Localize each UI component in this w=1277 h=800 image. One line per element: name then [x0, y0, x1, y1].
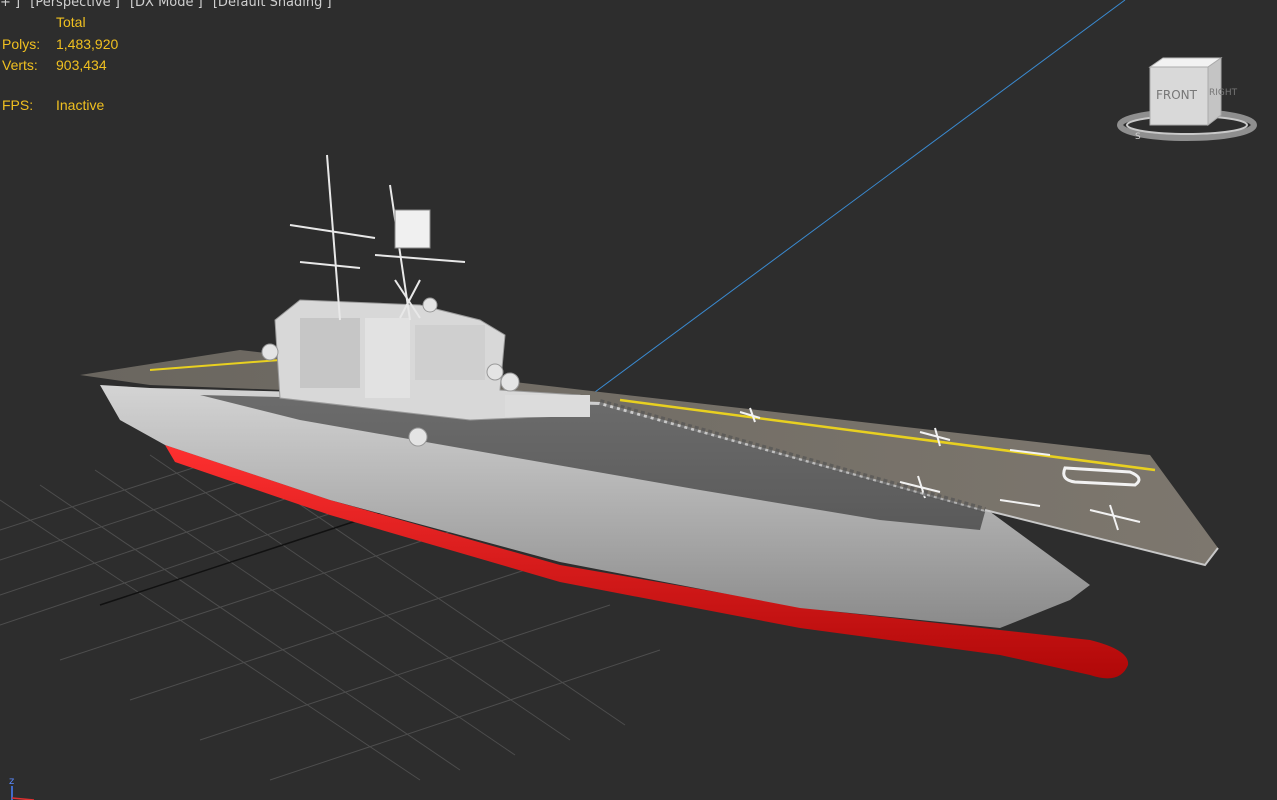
viewport-scene[interactable] — [0, 0, 1277, 800]
perspective-viewport[interactable]: + ] [Perspective ] [DX Mode ] [Default S… — [0, 0, 1277, 800]
fps-label: FPS: — [2, 97, 34, 113]
polys-label: Polys: — [2, 35, 41, 52]
radar-array — [394, 209, 431, 249]
viewport-shading-menu[interactable]: [Default Shading ] — [213, 0, 332, 10]
viewport-view-menu[interactable]: [Perspective ] — [30, 0, 120, 10]
viewcube-compass-label: S — [1135, 132, 1141, 142]
fps-value: Inactive — [56, 97, 105, 113]
masts — [289, 154, 466, 321]
island-forward-deckhouse — [505, 395, 590, 417]
polys-value: 1,483,920 — [56, 35, 119, 52]
stats-header: Total — [56, 14, 86, 30]
viewport-plus-menu[interactable]: + ] — [0, 0, 20, 10]
viewport-mode-menu[interactable]: [DX Mode ] — [130, 0, 203, 10]
verts-value: 903,434 — [56, 57, 107, 73]
viewcube[interactable]: S FRONT RIGHT — [1115, 55, 1260, 145]
axis-tripod: z — [9, 776, 35, 800]
island-block-mid — [365, 318, 410, 398]
island-block-fwd — [415, 325, 485, 380]
camera-target-line — [594, 0, 1126, 393]
axis-z-label: z — [9, 776, 14, 787]
viewport-label-menu: + ] [Perspective ] [DX Mode ] [Default S… — [0, 0, 338, 10]
ship-model[interactable] — [80, 154, 1219, 679]
viewcube-right-label: RIGHT — [1209, 88, 1238, 98]
viewcube-front-label: FRONT — [1156, 88, 1198, 102]
statistics-overlay: Total Polys: 1,483,920 Verts: 903,434 — [2, 12, 118, 77]
fps-readout: FPS: Inactive — [2, 97, 104, 113]
verts-label: Verts: — [2, 57, 38, 73]
island-block-aft — [300, 318, 360, 388]
